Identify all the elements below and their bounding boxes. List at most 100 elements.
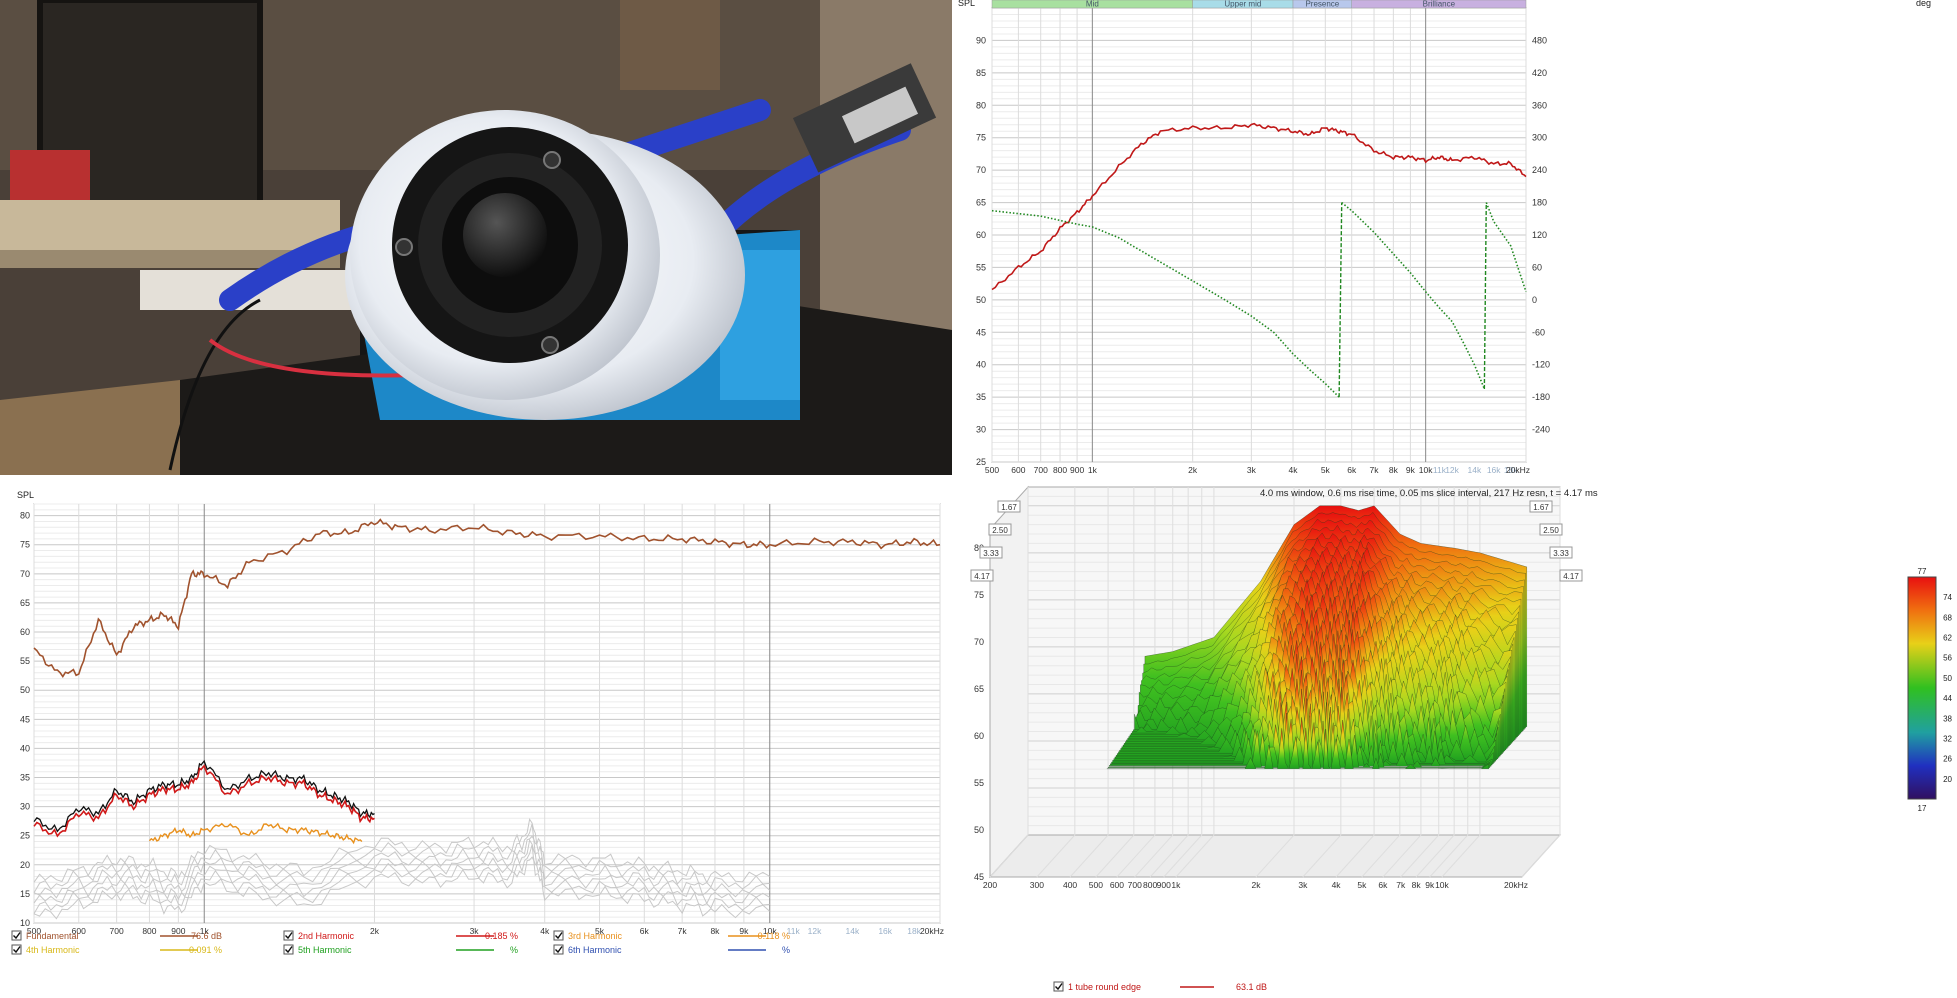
dist-legend-value: % [510,945,518,955]
waterfall-legend-label: 1 tube round edge [1068,982,1141,992]
fr-ytick-left: 50 [976,295,986,305]
fr-ytick-right: 0 [1532,295,1537,305]
dist-legend-value: 0.091 % [189,945,222,955]
fr-ytick-left: 55 [976,262,986,272]
color-scale-tick: 26 [1943,755,1952,764]
waterfall-legend-value: 63.1 dB [1236,982,1267,992]
waterfall-xtick: 9k [1425,880,1435,890]
color-scale-tick: 50 [1943,674,1952,683]
waterfall-left-wall [989,485,1029,879]
waterfall-xtick: 600 [1110,880,1124,890]
color-scale-tick: 44 [1943,694,1952,703]
waterfall-xtick: 7k [1396,880,1406,890]
fr-ytick-right: -120 [1532,360,1550,370]
color-scale-tick: 17 [1918,804,1927,813]
fr-xtick: 9k [1406,465,1416,475]
fr-xtick: 8k [1389,465,1399,475]
waterfall-time-tick-right: 2.50 [1543,526,1559,535]
waterfall-time-tick-right: 1.67 [1533,503,1549,512]
frequency-response-chart: Mid Upper mid Presence Brilliance 90 85 80 75 7… [958,0,1931,475]
fr-xtick: 1k [1088,465,1098,475]
dist-ytick: 30 [20,802,30,812]
waterfall-xtick: 700 [1128,880,1142,890]
dist-ytick: 80 [20,511,30,521]
fr-xtick: 12k [1445,465,1459,475]
dist-xtick: 800 [142,926,156,936]
fr-ytick-right: 180 [1532,198,1547,208]
fr-band-bar: Mid Upper mid Presence Brilliance [991,0,1527,9]
distortion-chart: 807570656055504540353025201510500 600 700 8… [11,490,944,955]
waterfall-xtick: 1k [1171,880,1181,890]
dist-xtick: 20kHz [920,926,944,936]
distortion-panel: 80 75 70 65 60 55 50 45 40 35 30 25 20 15 10 500 600 700 8… [0,477,952,998]
fr-grid [991,7,1527,463]
dist-xtick: 4k [540,926,550,936]
dist-ytick: 70 [20,569,30,579]
waterfall-ytick: 75 [974,590,984,600]
fr-ytick-right: -240 [1532,425,1550,435]
dist-ytick: 40 [20,743,30,753]
waterfall-xtick: 400 [1063,880,1077,890]
frequency-response-panel: Mid Upper mid Presence Brilliance 90 85 80 75 7… [954,0,1957,475]
waterfall-ytick: 50 [974,825,984,835]
fr-xtick: 20kHz [1506,465,1530,475]
dist-legend-label: 3rd Harmonic [568,931,623,941]
fr-ytick-right: 120 [1532,230,1547,240]
dist-ytick: 55 [20,656,30,666]
fr-ytick-right: 360 [1532,100,1547,110]
fr-band-label: Presence [1305,0,1339,9]
dist-ytick: 50 [20,685,30,695]
color-scale-tick: 20 [1943,775,1952,784]
waterfall-ytick: 55 [974,778,984,788]
dist-ytick: 20 [20,860,30,870]
dist-ytick: 45 [20,714,30,724]
dist-legend-label: Fundamental [26,931,79,941]
fr-ytick-right: 420 [1532,68,1547,78]
dist-legend-value: 0.185 % [485,931,518,941]
dist-legend-label: 2nd Harmonic [298,931,355,941]
dist-legend-value: % [782,945,790,955]
fr-ytick-right: 240 [1532,165,1547,175]
waterfall-xtick: 2k [1252,880,1262,890]
fr-xtick: 3k [1247,465,1257,475]
fr-xtick: 900 [1070,465,1084,475]
fr-ytick-left: 45 [976,327,986,337]
waterfall-panel: 80 75 70 65 60 55 50 45 200 300 400 500 600 700 800 900… [954,477,1957,998]
waterfall-time-tick-right: 4.17 [1563,572,1579,581]
waterfall-info: 4.0 ms window, 0.6 ms rise time, 0.05 ms… [1260,488,1598,499]
waterfall-chart: 8075706560555045200 300 400 500 600 700 800 900… [970,485,1953,992]
dist-legend: Fundamental 76.6 dB 2nd Harmonic 0.185 % 3rd… [11,930,790,955]
waterfall-xtick: 10k [1435,880,1449,890]
waterfall-xtick: 300 [1030,880,1044,890]
dist-xtick: 6k [640,926,650,936]
dist-ytick: 75 [20,540,30,550]
color-scale-tick: 68 [1943,613,1952,622]
waterfall-time-tick-right: 3.33 [1553,549,1569,558]
fr-band-label: Brilliance [1423,0,1456,9]
fr-xtick: 7k [1370,465,1380,475]
fr-ytick-right: 60 [1532,262,1542,272]
color-scale-tick: 38 [1943,714,1952,723]
dist-xtick: 14k [846,926,860,936]
dist-xtick: 900 [171,926,185,936]
dist-xtick: 2k [370,926,380,936]
dist-ytick: 60 [20,627,30,637]
dist-ytick: 15 [20,889,30,899]
waterfall-xtick: 5k [1357,880,1367,890]
color-scale-tick: 74 [1943,593,1952,602]
color-scale-bar [1907,576,1937,800]
fr-spl-label: SPL [958,0,975,8]
waterfall-xtick: 4k [1332,880,1342,890]
fr-xtick: 6k [1347,465,1357,475]
fr-ytick-left: 60 [976,230,986,240]
fr-ytick-right: 300 [1532,133,1547,143]
dist-legend-label: 5th Harmonic [298,945,352,955]
waterfall-xtick: 500 [1089,880,1103,890]
color-scale-tick: 56 [1943,654,1952,663]
fr-xtick: 14k [1468,465,1482,475]
dist-legend-label: 6th Harmonic [568,945,622,955]
dist-ytick: 25 [20,831,30,841]
dist-ytick: 65 [20,598,30,608]
waterfall-time-tick-left: 4.17 [974,572,990,581]
fr-ytick-left: 65 [976,198,986,208]
